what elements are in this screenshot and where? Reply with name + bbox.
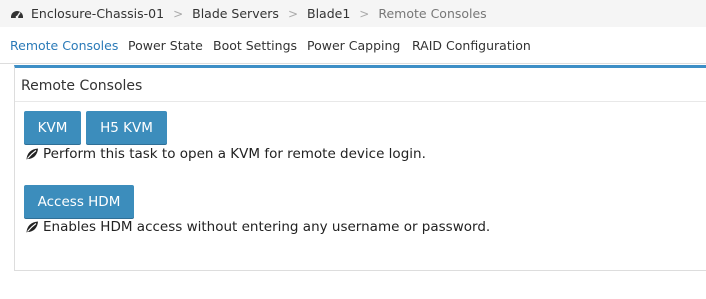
panel-title: Remote Consoles <box>21 78 143 94</box>
breadcrumb-separator: > <box>173 6 184 21</box>
tab-boot-settings[interactable]: Boot Settings <box>213 38 297 53</box>
kvm-description-text: Perform this task to open a KVM for remo… <box>43 146 426 162</box>
h5-kvm-button[interactable]: H5 KVM <box>86 111 167 144</box>
tab-raid-configuration[interactable]: RAID Configuration <box>412 38 531 53</box>
breadcrumb: Enclosure-Chassis-01 > Blade Servers > B… <box>0 0 706 27</box>
tab-remote-consoles[interactable]: Remote Consoles <box>10 38 118 53</box>
remote-consoles-panel: Remote Consoles <box>14 65 706 271</box>
breadcrumb-item-blade1[interactable]: Blade1 <box>307 6 350 21</box>
breadcrumb-item-current: Remote Consoles <box>378 6 487 21</box>
tab-power-capping[interactable]: Power Capping <box>307 38 400 53</box>
breadcrumb-separator: > <box>359 6 370 21</box>
hdm-description-text: Enables HDM access without entering any … <box>43 219 491 235</box>
access-hdm-button[interactable]: Access HDM <box>24 185 134 218</box>
leaf-icon <box>25 220 39 234</box>
dashboard-icon <box>10 7 24 21</box>
hdm-description: Enables HDM access without entering any … <box>25 219 490 235</box>
breadcrumb-item-blade-servers[interactable]: Blade Servers <box>192 6 279 21</box>
kvm-description: Perform this task to open a KVM for remo… <box>25 146 426 162</box>
breadcrumb-separator: > <box>287 6 298 21</box>
tab-power-state[interactable]: Power State <box>128 38 203 53</box>
leaf-icon <box>25 147 39 161</box>
panel-divider <box>15 101 706 102</box>
breadcrumb-item-chassis[interactable]: Enclosure-Chassis-01 <box>31 6 164 21</box>
kvm-button[interactable]: KVM <box>24 111 81 144</box>
tab-bar: Remote Consoles Power State Boot Setting… <box>0 28 706 64</box>
